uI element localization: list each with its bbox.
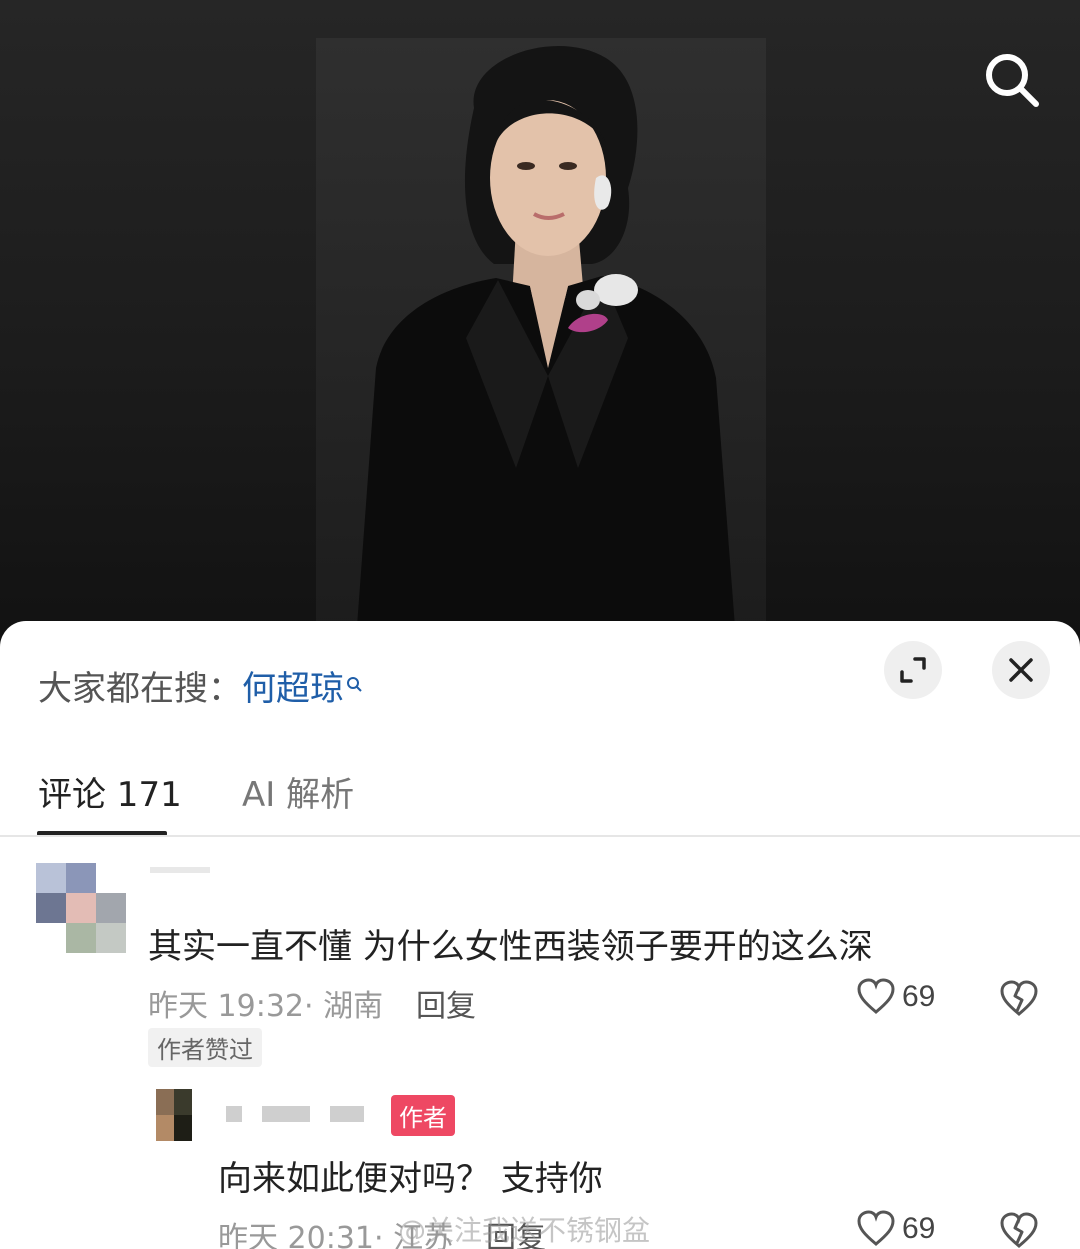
post-photo[interactable] <box>316 38 766 640</box>
photo-viewer <box>0 0 1080 640</box>
dislike-button[interactable] <box>998 1211 1040 1249</box>
expand-button[interactable] <box>884 641 942 699</box>
search-icon <box>986 54 1039 107</box>
like-button[interactable]: 69 <box>856 977 935 1017</box>
close-icon <box>1009 658 1033 682</box>
small-search-icon <box>346 663 364 703</box>
tab-comments[interactable]: 评论 171 <box>38 767 182 816</box>
tab-ai-analysis[interactable]: AI 解析 <box>242 767 354 816</box>
dislike-button[interactable] <box>998 979 1040 1023</box>
heart-icon <box>857 978 895 1014</box>
hot-search-keyword[interactable]: 何超琼 <box>242 669 344 709</box>
reply-text: 向来如此便对吗？ 支持你 <box>218 1159 603 1199</box>
watermark: @关注我送不锈钢盆 <box>398 1214 651 1247</box>
avatar[interactable] <box>36 863 126 953</box>
comment-sheet: 大家都在搜：何超琼 评论 171 AI 解析 其实一直不懂 为什么女性西装领子要… <box>0 621 1080 1249</box>
comment-text: 其实一直不懂 为什么女性西装领子要开的这么深 <box>148 927 873 967</box>
like-count: 69 <box>902 980 936 1013</box>
username-part <box>262 1106 310 1122</box>
search-button[interactable] <box>980 48 1044 112</box>
heart-icon <box>857 1210 895 1246</box>
close-button[interactable] <box>992 641 1050 699</box>
author-badge: 作者 <box>391 1095 455 1136</box>
comment-time-location: 昨天 19:32· 湖南 <box>148 989 384 1024</box>
broken-heart-icon <box>1000 980 1038 1016</box>
avatar[interactable] <box>156 1089 192 1141</box>
tabs-divider <box>0 835 1080 837</box>
author-liked-badge: 作者赞过 <box>148 1028 262 1067</box>
username[interactable] <box>226 1106 242 1122</box>
username[interactable] <box>150 867 210 873</box>
like-button[interactable]: 69 <box>856 1209 935 1249</box>
expand-icon <box>900 657 926 683</box>
reply-button[interactable]: 回复 <box>416 981 476 1025</box>
hot-search-prefix: 大家都在搜： <box>38 669 242 709</box>
username-part <box>330 1106 364 1122</box>
woman-portrait-image <box>356 46 736 640</box>
hot-search-bar: 大家都在搜：何超琼 <box>38 661 364 710</box>
broken-heart-icon <box>1000 1212 1038 1248</box>
like-count: 69 <box>902 1212 936 1245</box>
